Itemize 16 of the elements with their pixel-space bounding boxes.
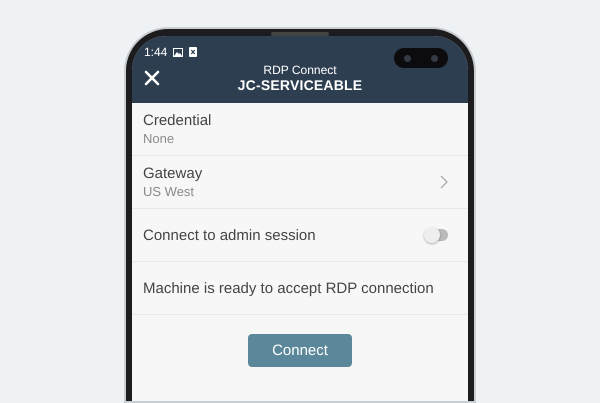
header-subtitle: RDP Connect (263, 63, 337, 77)
file-icon (189, 47, 198, 57)
camera-cutout (394, 48, 448, 68)
header-title: JC-SERVICEABLE (238, 77, 362, 93)
setting-label: Connect to admin session (143, 226, 317, 244)
toggle-switch[interactable] (426, 229, 448, 241)
setting-label: Credential (143, 112, 212, 129)
connect-button[interactable]: Connect (248, 334, 352, 367)
setting-label: Machine is ready to accept RDP connection (143, 280, 435, 296)
status-time: 1:44 (144, 45, 168, 59)
setting-label: Gateway (143, 165, 204, 182)
setting-value: US West (143, 184, 196, 199)
setting-value: None (143, 131, 176, 146)
image-icon (173, 48, 184, 56)
close-icon[interactable] (144, 70, 160, 86)
chevron-right-icon[interactable] (440, 175, 448, 189)
